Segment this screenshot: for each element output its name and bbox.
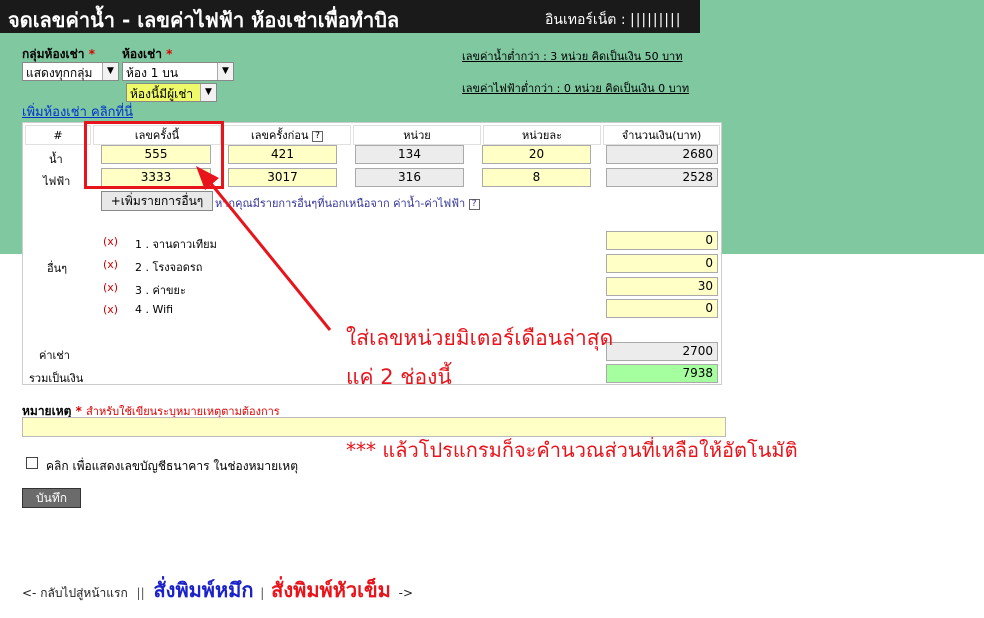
footer-separator: || [136,586,145,600]
annotation-arrow [196,166,332,331]
bank-account-checkbox[interactable] [26,457,38,469]
annotation-line-3: *** แล้วโปรแกรมก็จะคำนวณส่วนที่เหลือให้อ… [346,438,798,462]
print-dot-matrix-link[interactable]: สั่งพิมพ์หัวเข็ม [271,578,391,602]
save-button[interactable]: บันทึก [22,488,81,508]
remark-input[interactable] [22,417,726,437]
footer-arrow: -> [398,586,414,600]
back-link[interactable]: <- กลับไปสู่หน้าแรก [22,586,128,600]
print-ink-link[interactable]: สั่งพิมพ์หมึก [153,578,253,602]
annotation-line-1: ใส่เลขหน่วยมิเตอร์เดือนล่าสุด [346,326,614,350]
footer-pipe: | [260,586,265,600]
annotation-line-2: แค่ 2 ช่องนี้ [346,365,452,389]
arrow-line [202,174,332,331]
arrow-head [196,166,219,190]
footer-nav: <- กลับไปสู่หน้าแรก || สั่งพิมพ์หมึก | ส… [22,574,413,606]
bank-account-label: คลิก เพื่อแสดงเลขบัญชีธนาคาร ในช่องหมายเ… [46,459,298,473]
